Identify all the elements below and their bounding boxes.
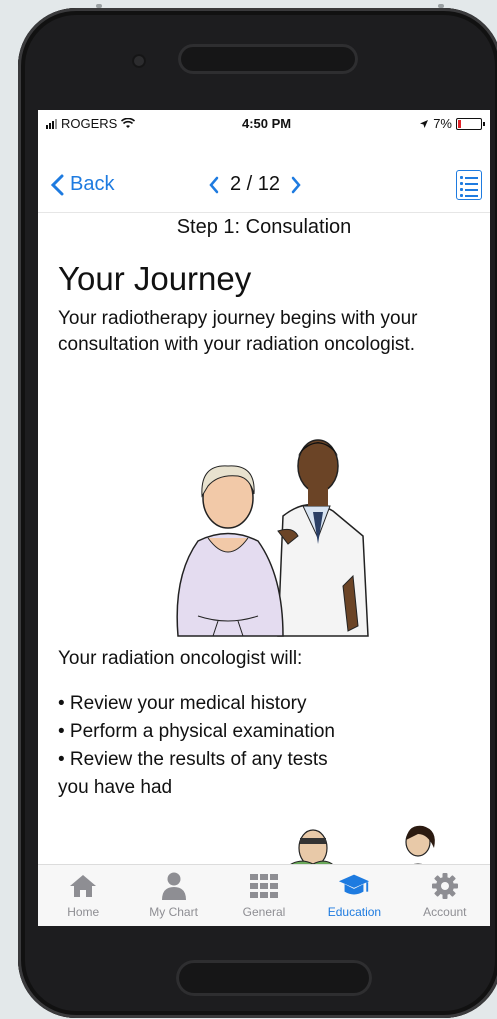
tab-label: Account (423, 905, 467, 919)
back-label: Back (70, 173, 115, 195)
earpiece-speaker (178, 44, 358, 74)
grid-icon (247, 871, 281, 901)
list-item: • Review your medical history (58, 693, 307, 714)
table-of-contents-button[interactable] (456, 170, 482, 200)
tab-label: Home (67, 905, 100, 919)
previous-page-icon[interactable] (208, 176, 220, 194)
app-screen: ROGERS 4:50 PM 7% Back 2 / 12 Step 1: Co… (38, 110, 490, 926)
carrier-group: ROGERS (46, 116, 136, 131)
location-arrow-icon (420, 119, 429, 128)
status-bar: ROGERS 4:50 PM 7% (38, 110, 490, 138)
tab-home[interactable]: Home (38, 865, 128, 926)
list-intro: Your radiation oncologist will: (58, 648, 303, 669)
graduation-cap-icon (337, 871, 371, 901)
person-icon (157, 871, 191, 901)
lesson-content: Your Journey Your radiotherapy journey b… (58, 260, 478, 358)
page-indicator: 2 / 12 (230, 173, 281, 195)
battery-percent: 7% (433, 116, 452, 131)
page-pager: 2 / 12 (208, 173, 302, 196)
patient-and-doctor-illustration (176, 439, 369, 637)
navigation-bar: Back 2 / 12 (38, 160, 490, 213)
tab-bar: Home My Chart General Education Account (38, 864, 490, 926)
list-item: • Perform a physical examination (58, 721, 335, 742)
tab-account[interactable]: Account (400, 865, 490, 926)
step-title: Step 1: Consulation (176, 216, 352, 238)
next-page-icon[interactable] (290, 176, 302, 194)
bullet-list: • Review your medical history • Perform … (58, 690, 335, 802)
tab-label: My Chart (149, 905, 198, 919)
list-item: • Review the results of any tests (58, 749, 328, 770)
carrier-label: ROGERS (61, 116, 118, 131)
tab-label: Education (327, 905, 382, 919)
wifi-icon (121, 118, 136, 128)
home-icon (66, 871, 100, 901)
home-button[interactable] (176, 960, 372, 996)
chevron-left-icon (50, 174, 64, 195)
back-button[interactable]: Back (50, 173, 114, 196)
page-heading: Your Journey (58, 260, 252, 297)
clock: 4:50 PM (242, 116, 292, 131)
list-item: you have had (58, 777, 173, 798)
tab-my-chart[interactable]: My Chart (128, 865, 218, 926)
tab-label: General (242, 905, 286, 919)
tab-education[interactable]: Education (309, 865, 399, 926)
battery-icon (456, 117, 485, 130)
intro-paragraph: Your radiotherapy journey begins with yo… (58, 308, 418, 355)
tab-general[interactable]: General (219, 865, 309, 926)
signal-icon (46, 118, 57, 129)
gear-icon (428, 871, 462, 901)
partial-illustration (282, 825, 435, 870)
front-camera (132, 54, 146, 68)
battery-group: 7% (419, 116, 485, 131)
